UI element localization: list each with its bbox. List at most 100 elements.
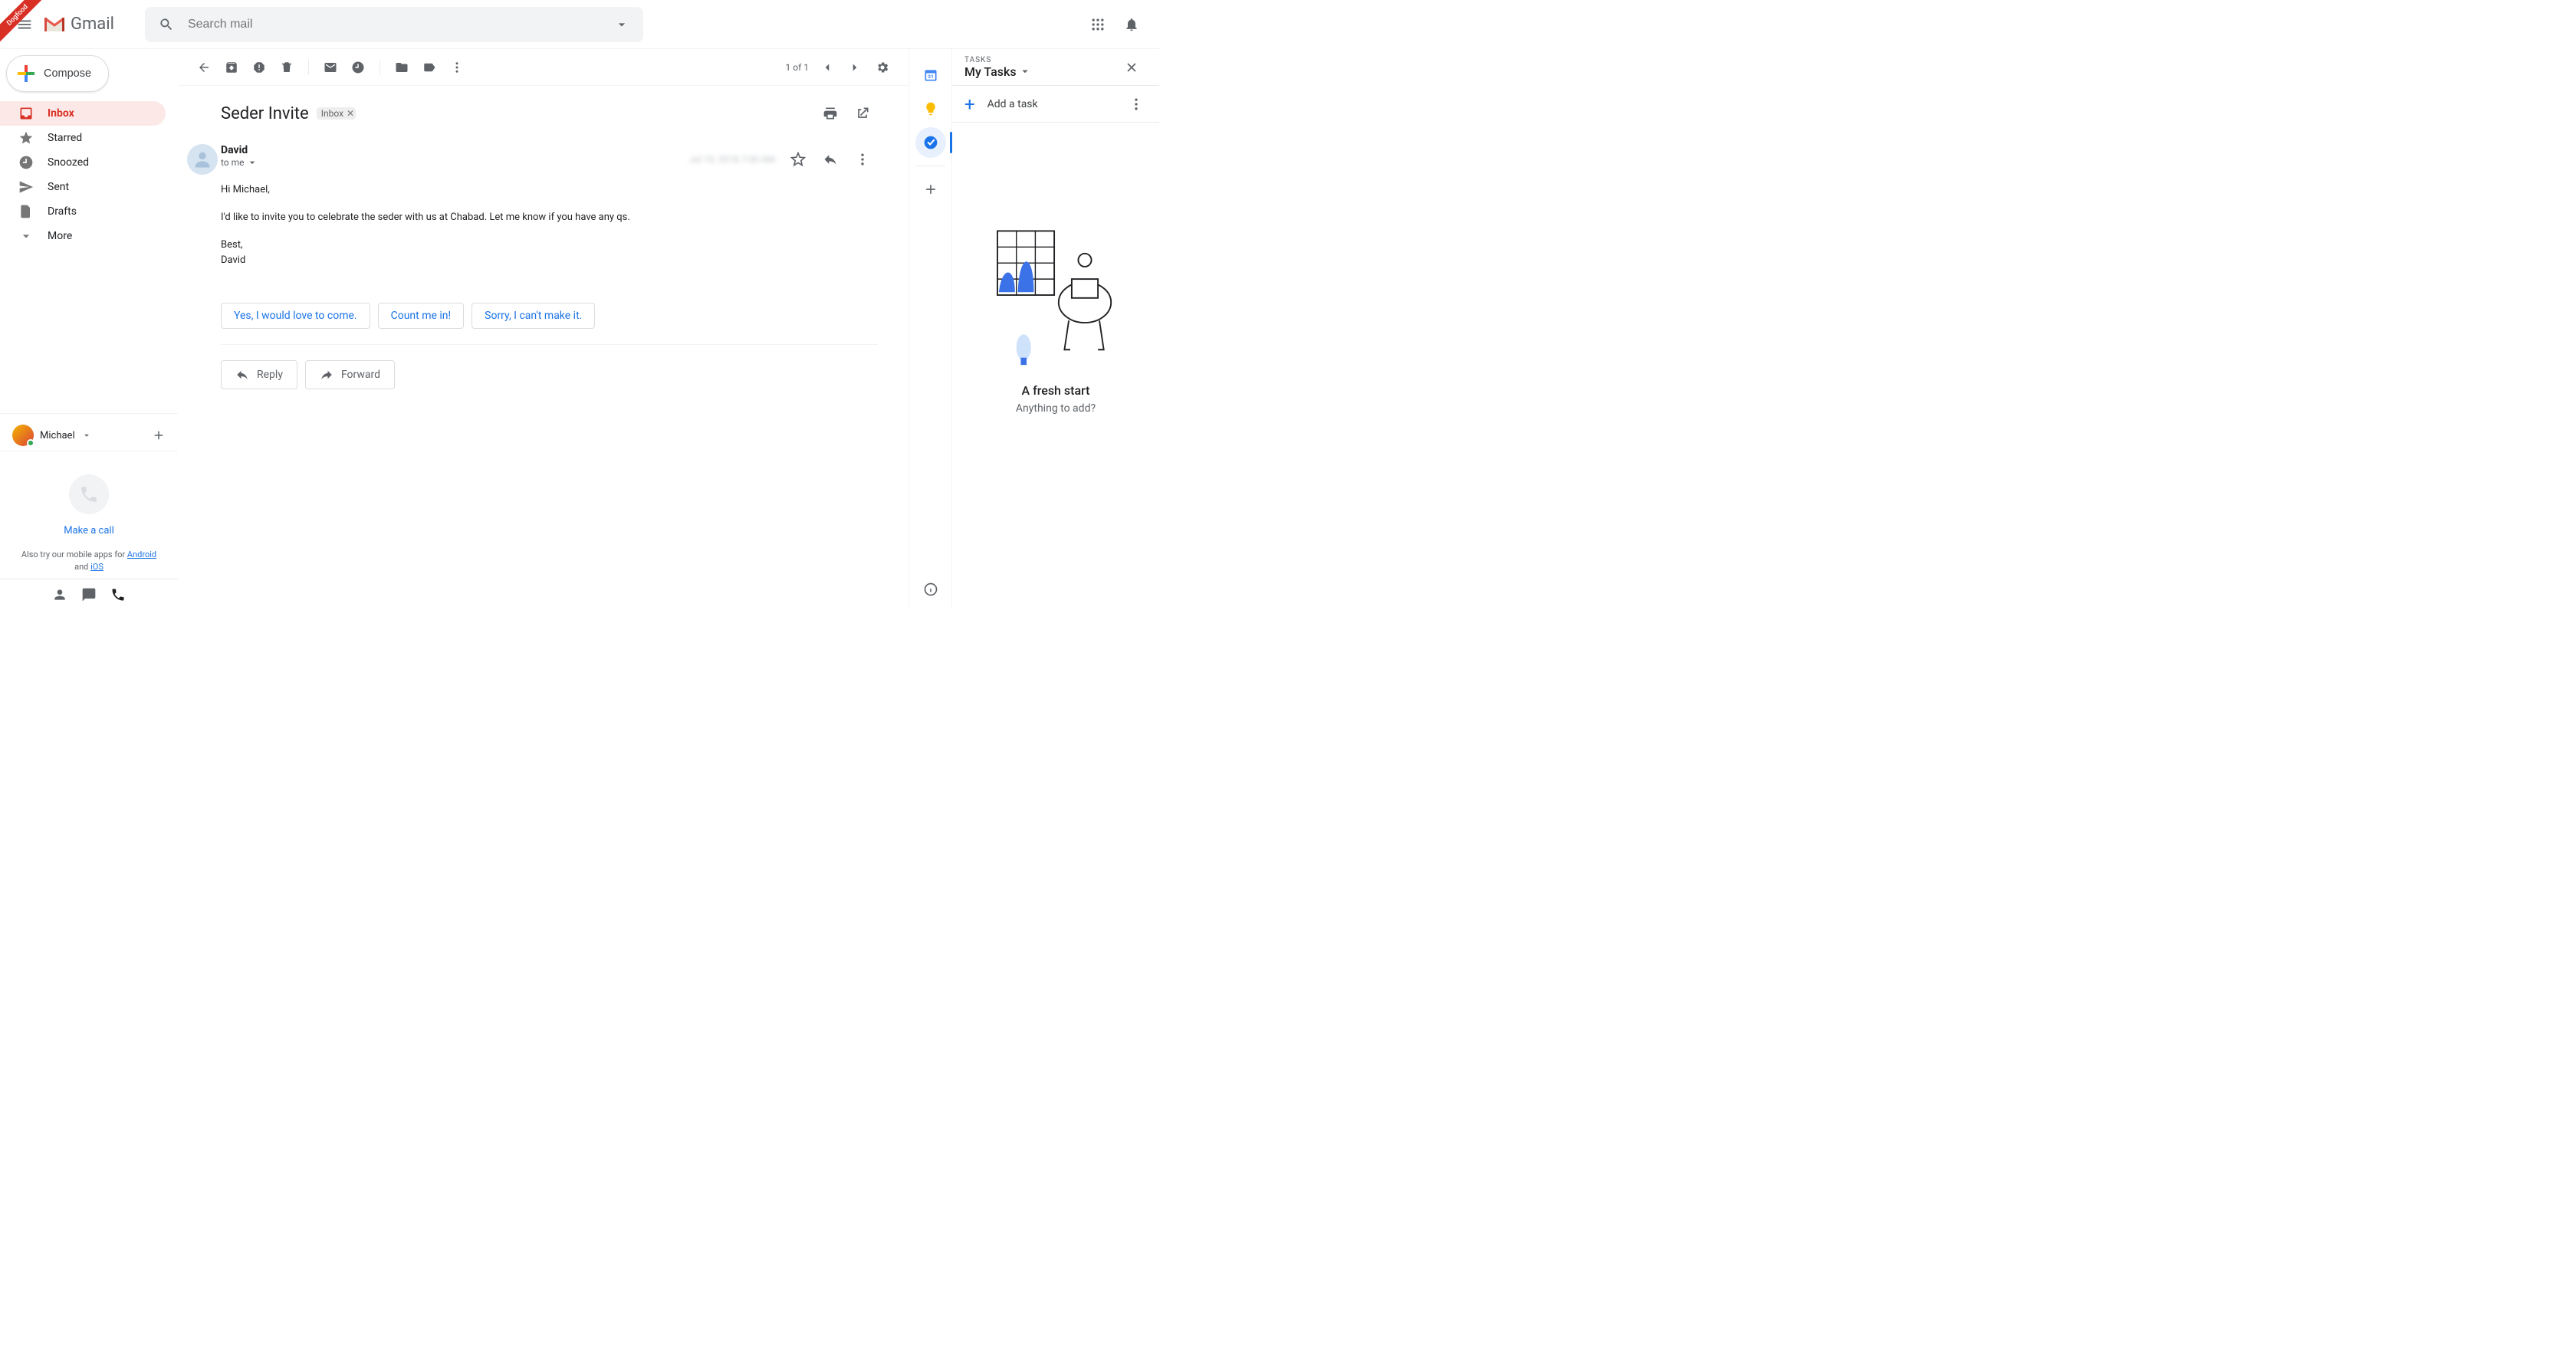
person-icon <box>192 149 213 170</box>
apps-button[interactable] <box>1083 9 1113 40</box>
chevron-right-icon <box>848 61 862 74</box>
body-line: Hi Michael, <box>221 182 878 198</box>
phone-tab-icon[interactable] <box>110 587 126 602</box>
search-options-button[interactable] <box>606 9 637 40</box>
reply-icon-button[interactable] <box>815 144 846 175</box>
hangouts-section: Michael Make a call Also try our mobile … <box>0 413 178 609</box>
forward-label: Forward <box>341 369 380 381</box>
forward-button[interactable]: Forward <box>305 360 395 389</box>
sidebar-item-drafts[interactable]: Drafts <box>0 199 166 224</box>
subject-row: Seder Invite Inbox ✕ <box>221 92 878 138</box>
search-button[interactable] <box>151 9 182 40</box>
caret-down-icon <box>1018 64 1032 78</box>
tasks-close-button[interactable] <box>1116 52 1147 83</box>
smart-reply-chip[interactable]: Yes, I would love to come. <box>221 303 370 329</box>
keep-icon <box>923 101 938 116</box>
calendar-rail-button[interactable]: 31 <box>915 60 946 90</box>
inbox-icon <box>18 106 34 121</box>
self-avatar <box>12 425 34 446</box>
mark-unread-button[interactable] <box>317 54 344 81</box>
rail-status <box>909 582 951 597</box>
labels-button[interactable] <box>416 54 443 81</box>
phone-circle <box>69 474 109 514</box>
back-button[interactable] <box>190 54 218 81</box>
email-subject: Seder Invite <box>221 104 309 123</box>
keep-rail-button[interactable] <box>915 94 946 124</box>
recipient-line[interactable]: to me <box>221 156 689 169</box>
report-icon <box>252 61 266 74</box>
smart-reply-chip[interactable]: Sorry, I can't make it. <box>472 303 595 329</box>
gmail-logo[interactable]: Gmail <box>43 15 114 34</box>
sender-name: David <box>221 144 689 156</box>
sidebar-item-inbox[interactable]: Inbox <box>0 101 166 126</box>
delete-button[interactable] <box>273 54 301 81</box>
notifications-button[interactable] <box>1116 9 1147 40</box>
presence-indicator <box>27 439 34 447</box>
body-line: David <box>221 253 878 268</box>
star-icon <box>18 130 34 146</box>
side-rail: 31 <box>909 49 952 609</box>
sidebar-item-sent[interactable]: Sent <box>0 175 166 199</box>
android-link[interactable]: Android <box>127 550 156 559</box>
ios-link[interactable]: iOS <box>90 562 104 572</box>
mobile-apps-promo: Also try our mobile apps for Android and… <box>0 543 178 579</box>
addons-rail-button[interactable] <box>915 174 946 205</box>
info-icon[interactable] <box>923 582 938 597</box>
add-task-plus-icon[interactable]: + <box>964 95 975 113</box>
trash-icon <box>280 61 294 74</box>
reply-label: Reply <box>257 369 283 381</box>
tasks-more-button[interactable] <box>1125 94 1147 115</box>
print-button[interactable] <box>815 98 846 129</box>
header-actions <box>1083 9 1147 40</box>
hangouts-self-row[interactable]: Michael <box>0 420 178 451</box>
gear-icon <box>876 61 889 74</box>
prev-button[interactable] <box>813 54 841 81</box>
print-icon <box>823 106 838 121</box>
settings-button[interactable] <box>869 54 896 81</box>
snooze-button[interactable] <box>344 54 372 81</box>
make-call-link[interactable]: Make a call <box>12 525 166 536</box>
chip-remove-icon[interactable]: ✕ <box>347 108 354 119</box>
caret-down-icon <box>81 430 92 441</box>
contacts-tab-icon[interactable] <box>52 587 67 602</box>
sidebar-item-snoozed[interactable]: Snoozed <box>0 150 166 175</box>
search-icon <box>159 17 174 32</box>
sidebar-item-label: More <box>48 230 72 242</box>
plus-icon <box>923 182 938 197</box>
more-button[interactable] <box>443 54 471 81</box>
tasks-empty-illustration <box>983 222 1129 368</box>
sidebar-item-label: Drafts <box>48 205 77 218</box>
sidebar-item-label: Starred <box>48 132 82 144</box>
moveto-button[interactable] <box>388 54 416 81</box>
chat-tab-icon[interactable] <box>81 587 97 602</box>
reply-button[interactable]: Reply <box>221 360 297 389</box>
open-external-icon <box>855 106 870 121</box>
label-icon <box>422 61 436 74</box>
star-outline-icon <box>790 152 806 167</box>
star-button[interactable] <box>783 144 813 175</box>
sidebar-item-more[interactable]: More <box>0 224 166 248</box>
sender-avatar <box>187 144 218 175</box>
label-chip[interactable]: Inbox ✕ <box>317 107 356 120</box>
plus-icon <box>18 65 34 82</box>
search-bar <box>145 7 643 42</box>
sidebar-item-starred[interactable]: Starred <box>0 126 166 150</box>
archive-button[interactable] <box>218 54 245 81</box>
tasks-rail-button[interactable] <box>915 127 946 158</box>
search-input[interactable] <box>182 18 606 31</box>
promo-text: and <box>74 562 90 572</box>
compose-button[interactable]: Compose <box>6 55 109 92</box>
pagination-label: 1 of 1 <box>786 62 809 73</box>
next-button[interactable] <box>841 54 869 81</box>
message-more-button[interactable] <box>847 144 878 175</box>
tasks-list-selector[interactable]: My Tasks <box>964 64 1032 79</box>
email-date: Jul 10, 2018 7:00 AM <box>689 154 781 165</box>
add-contact-icon[interactable] <box>152 428 166 442</box>
spam-button[interactable] <box>245 54 273 81</box>
caret-down-icon <box>614 17 629 32</box>
forward-icon <box>320 368 334 382</box>
add-task-label[interactable]: Add a task <box>987 98 1038 110</box>
caret-down-icon <box>246 156 258 169</box>
smart-reply-chip[interactable]: Count me in! <box>378 303 465 329</box>
open-new-window-button[interactable] <box>847 98 878 129</box>
